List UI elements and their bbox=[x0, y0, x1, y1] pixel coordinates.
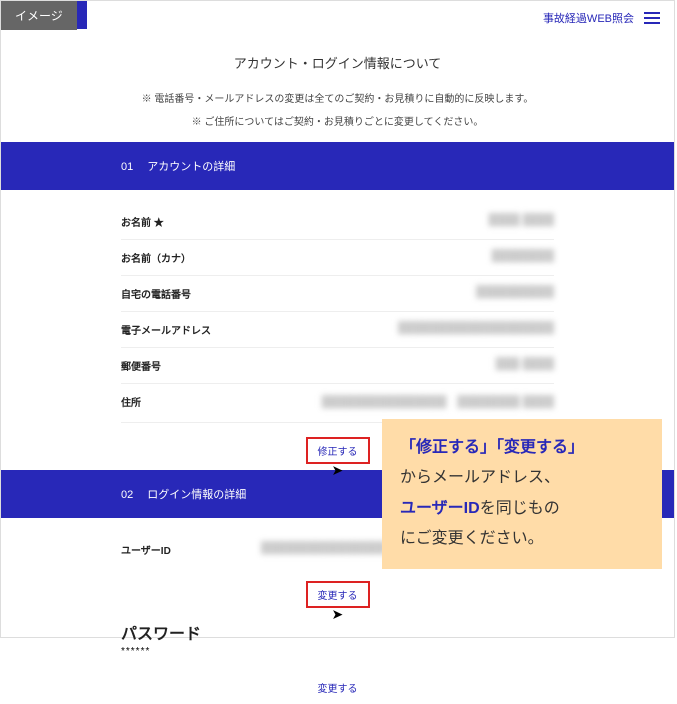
row-address: 住所████████████████ ████████ ████ bbox=[121, 384, 554, 423]
label: 住所 bbox=[121, 394, 261, 412]
cursor-icon: ➤ bbox=[332, 462, 344, 479]
menu-icon[interactable] bbox=[644, 12, 660, 24]
value: ████████████████████ bbox=[261, 322, 554, 337]
highlight: 変更する bbox=[306, 581, 370, 608]
edit-button[interactable]: 修正する bbox=[312, 440, 364, 461]
header-link-label: 事故経過WEB照会 bbox=[543, 10, 634, 26]
callout-em3: ユーザーID bbox=[400, 500, 480, 517]
change-password-button[interactable]: 変更する bbox=[312, 677, 364, 698]
row-email: 電子メールアドレス████████████████████ bbox=[121, 312, 554, 348]
label: お名前（カナ） bbox=[121, 250, 261, 265]
callout-em1: 「修正する」「変更する」 bbox=[400, 439, 584, 456]
callout-t3: を同じもの bbox=[480, 500, 560, 517]
section-title: ログイン情報の詳細 bbox=[147, 489, 246, 501]
label: 自宅の電話番号 bbox=[121, 286, 261, 301]
label: お名前 ★ bbox=[121, 214, 261, 229]
value: ████ ████ bbox=[261, 214, 554, 229]
callout-t2: からメールアドレス、 bbox=[400, 469, 560, 486]
cursor-icon: ➤ bbox=[332, 606, 344, 623]
page-note-2: ※ ご住所についてはご契約・お見積りごとに変更してください。 bbox=[1, 113, 674, 128]
label: 郵便番号 bbox=[121, 358, 261, 373]
row-postal: 郵便番号███-████ bbox=[121, 348, 554, 384]
value: ██████████ bbox=[261, 286, 554, 301]
row-kana: お名前（カナ）████████ bbox=[121, 240, 554, 276]
change-password-wrap: 変更する bbox=[121, 663, 554, 704]
value: ████████ bbox=[261, 250, 554, 265]
image-badge: イメージ bbox=[1, 1, 77, 30]
row-phone: 自宅の電話番号██████████ bbox=[121, 276, 554, 312]
section-num: 02 bbox=[121, 489, 133, 501]
section-header-account: 01 アカウントの詳細 bbox=[1, 142, 674, 190]
instruction-callout: 「修正する」「変更する」 からメールアドレス、 ユーザーIDを同じもの にご変更… bbox=[382, 419, 662, 569]
row-name: お名前 ★████ ████ bbox=[121, 204, 554, 240]
header: 事故経過WEB照会 bbox=[1, 1, 674, 31]
password-dots: ****** bbox=[121, 646, 554, 657]
label: ユーザーID bbox=[121, 542, 261, 557]
header-link[interactable]: 事故経過WEB照会 bbox=[543, 10, 660, 26]
page-note-1: ※ 電話番号・メールアドレスの変更は全てのご契約・お見積りに自動的に反映します。 bbox=[1, 90, 674, 105]
value: ███-████ bbox=[261, 358, 554, 373]
section-num: 01 bbox=[121, 161, 133, 173]
section-title: アカウントの詳細 bbox=[147, 161, 235, 173]
callout-t4: にご変更ください。 bbox=[400, 530, 544, 547]
value: ████████████████ ████████ ████ bbox=[261, 394, 554, 412]
label: 電子メールアドレス bbox=[121, 322, 261, 337]
page-title: アカウント・ログイン情報について bbox=[1, 53, 674, 72]
change-userid-button[interactable]: 変更する bbox=[312, 584, 364, 605]
highlight: 修正する bbox=[306, 437, 370, 464]
change-action-wrap: 変更する ➤ bbox=[121, 567, 554, 614]
